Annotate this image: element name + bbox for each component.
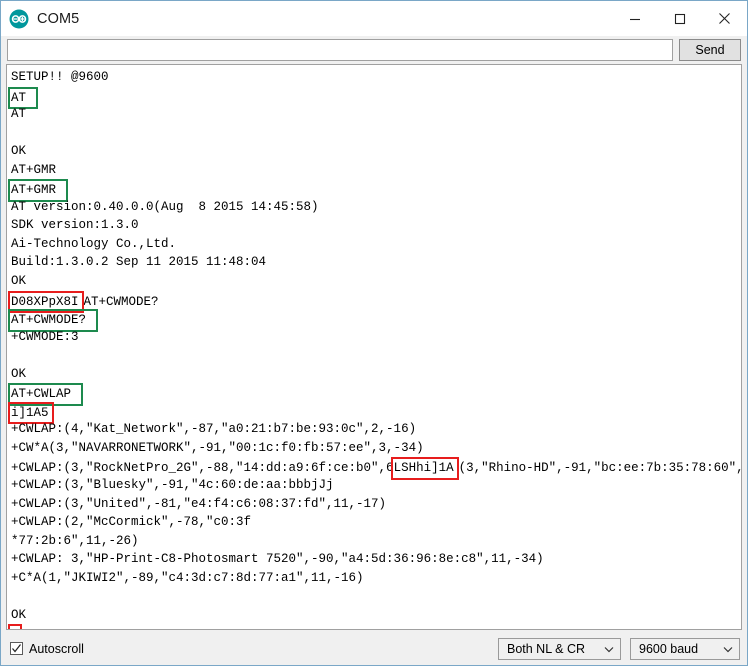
autoscroll-label: Autoscroll: [29, 641, 84, 656]
console-line: AT+GMR: [7, 179, 741, 202]
console-line: SETUP!! @9600: [7, 68, 741, 87]
console-line-text: +CWMODE:3: [11, 329, 79, 344]
console-line: +CWLAP:(3,"United",-81,"e4:f4:c6:08:37:f…: [7, 495, 741, 514]
line-ending-dropdown[interactable]: Both NL & CR: [498, 637, 621, 660]
chevron-down-icon: [723, 642, 733, 656]
console-line-text: OK: [11, 274, 27, 289]
console-line: AT+CWMODE?: [7, 309, 741, 332]
console-line: *77:2b:6",11,-26): [7, 532, 741, 551]
console-line: AT version:0.40.0.0(Aug 8 2015 14:45:58): [7, 198, 741, 217]
baud-rate-dropdown[interactable]: 9600 baud: [630, 637, 740, 660]
console-line: +CWLAP:(4,"Kat_Network",-87,"a0:21:b7:be…: [7, 420, 741, 439]
console-line: AT+CWLAP: [7, 383, 741, 406]
console-line-text: AT: [11, 107, 27, 122]
console-output-panel[interactable]: SETUP!! @9600 AT AT OK AT+GMR AT+GMR AT versio…: [6, 64, 742, 630]
console-line: +CWLAP: 3,"HP-Print-C8-Photosmart 7520",…: [7, 550, 741, 569]
console-line-text: +CW*A(3,"NAVARRONETWORK",-91,"00:1c:f0:f…: [11, 440, 424, 455]
console-line: OK: [7, 272, 741, 291]
console-line-text: +C*A(1,"JKIWI2",-89,"c4:3d:c7:8d:77:a1",…: [11, 570, 364, 585]
arduino-logo-icon: [9, 9, 29, 29]
console-line-text: SDK version:1.3.0: [11, 218, 139, 233]
status-bar: Autoscroll Both NL & CR 9600 baud: [1, 632, 747, 665]
console-line: +CW*A(3,"NAVARRONETWORK",-91,"00:1c:f0:f…: [7, 439, 741, 458]
console-line: SDK version:1.3.0: [7, 216, 741, 235]
console-line: +CWLAP:(3,"RockNetPro_2G",-88,"14:dd:a9:…: [7, 457, 742, 481]
console-line: +CWLAP:(2,"McCormick",-78,"c0:3f: [7, 513, 741, 532]
console-line: +CWMODE:3: [7, 328, 741, 347]
console-line-text: (3,"Rhino-HD",-91,"bc:ee:7b:35:78:60",6,…: [458, 461, 742, 476]
window-controls: [612, 1, 747, 36]
console-line-text: AT+CWMODE?: [83, 294, 159, 309]
console-line: OK: [7, 142, 741, 161]
console-line-text: +CWLAP: 3,"HP-Print-C8-Photosmart 7520",…: [11, 552, 544, 567]
command-row: Send: [1, 36, 747, 64]
console-line-text: Ai-Technology Co.,Ltd.: [11, 236, 177, 251]
console-line-text: SETUP!! @9600: [11, 70, 109, 84]
close-button[interactable]: [702, 1, 747, 36]
console-line-text: AT version:0.40.0.0(Aug 8 2015 14:45:58): [11, 199, 319, 214]
baud-rate-value: 9600 baud: [639, 641, 699, 656]
console-line-text: OK: [11, 366, 27, 381]
console-line-text: +CWLAP:(3,"RockNetPro_2G",-88,"14:dd:a9:…: [11, 461, 394, 476]
console-line: +CWLAP:(3,"Bluesky",-91,"4c:60:de:aa:bbb…: [7, 476, 741, 495]
console-text: SETUP!! @9600 AT AT OK AT+GMR AT+GMR AT versio…: [7, 68, 742, 629]
console-line-text: OK: [11, 607, 27, 622]
console-line: Build:1.3.0.2 Sep 11 2015 11:48:04: [7, 253, 741, 272]
console-line: AT: [7, 105, 741, 124]
serial-monitor-window: COM5 Send SETUP!! @9600 AT AT OK AT+GMR AT+GM…: [0, 0, 748, 666]
chevron-down-icon: [604, 642, 614, 656]
console-line: T: [7, 624, 741, 629]
console-line-text: OK: [11, 144, 27, 159]
console-line-text: +CWLAP:(3,"United",-81,"e4:f4:c6:08:37:f…: [11, 496, 387, 511]
console-line-text: +CWLAP:(4,"Kat_Network",-87,"a0:21:b7:be…: [11, 422, 417, 437]
console-line: +C*A(1,"JKIWI2",-89,"c4:3d:c7:8d:77:a1",…: [7, 569, 741, 588]
annotation-box-red: T: [8, 624, 22, 629]
autoscroll-toggle[interactable]: Autoscroll: [10, 642, 84, 656]
console-line: OK: [7, 365, 741, 384]
console-line: AT+GMR: [7, 161, 741, 180]
console-line: i]1A5: [7, 401, 741, 425]
autoscroll-checkbox[interactable]: [10, 642, 23, 655]
console-line: D08XPpX8I AT+CWMODE?: [7, 290, 741, 314]
serial-send-input[interactable]: [7, 39, 673, 61]
console-line-text: AT+GMR: [11, 162, 57, 177]
console-line: AT: [7, 86, 741, 110]
minimize-button[interactable]: [612, 1, 657, 36]
console-line: Ai-Technology Co.,Ltd.: [7, 235, 741, 254]
console-line-text: +CWLAP:(3,"Bluesky",-91,"4c:60:de:aa:bbb…: [11, 478, 334, 493]
maximize-button[interactable]: [657, 1, 702, 36]
title-bar: COM5: [1, 1, 747, 36]
title-bar-left: COM5: [1, 9, 79, 29]
console-line-text: *77:2b:6",11,-26): [11, 533, 139, 548]
send-button[interactable]: Send: [679, 39, 741, 61]
window-title: COM5: [37, 10, 80, 27]
console-line: OK: [7, 606, 741, 625]
line-ending-value: Both NL & CR: [507, 641, 586, 656]
console-line-text: Build:1.3.0.2 Sep 11 2015 11:48:04: [11, 255, 267, 270]
console-line-text: +CWLAP:(2,"McCormick",-78,"c0:3f: [11, 515, 252, 530]
